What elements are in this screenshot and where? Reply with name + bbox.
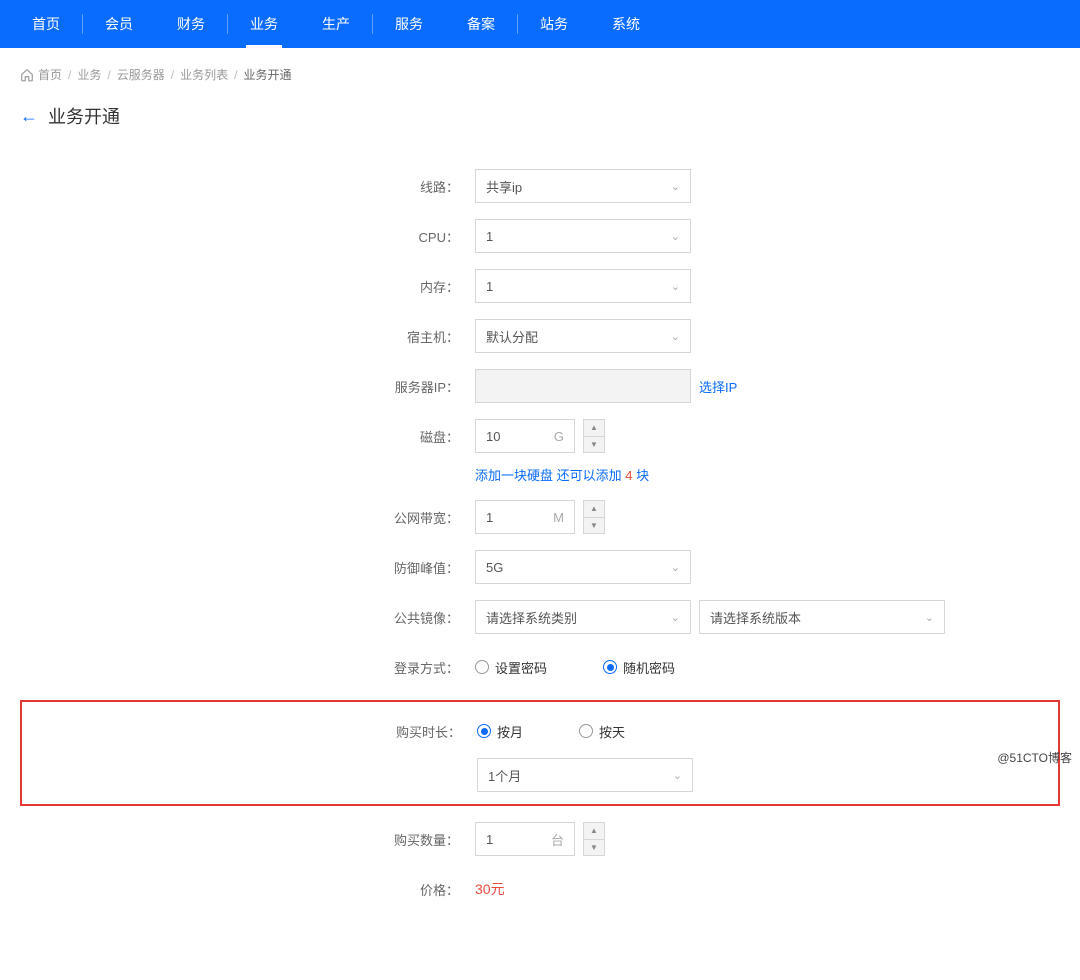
provision-form: 线路： 共享ip ⌄ CPU： 1 ⌄ 内存： 1	[20, 149, 1060, 962]
breadcrumb-link[interactable]: 云服务器	[117, 66, 165, 83]
link-add-disk[interactable]: 添加一块硬盘 还可以添加 4 块	[475, 468, 649, 483]
input-server-ip[interactable]	[475, 369, 691, 403]
label-login: 登录方式：	[20, 658, 475, 677]
select-cpu[interactable]: 1 ⌄	[475, 219, 691, 253]
label-defense: 防御峰值：	[20, 558, 475, 577]
chevron-down-icon: ⌄	[671, 611, 680, 624]
radio-icon	[475, 660, 489, 674]
input-disk[interactable]: 10 G	[475, 419, 575, 453]
input-value: 1	[486, 510, 493, 525]
breadcrumb: 首页/ 业务/ 云服务器/ 业务列表/ 业务开通	[20, 66, 1060, 83]
select-os-version[interactable]: 请选择系统版本 ⌄	[699, 600, 945, 634]
stepper-up-icon[interactable]: ▲	[584, 501, 604, 518]
chevron-down-icon: ⌄	[671, 180, 680, 193]
select-value: 1	[486, 229, 493, 244]
nav-item-member[interactable]: 会员	[83, 0, 155, 48]
label-duration: 购买时长：	[22, 722, 477, 741]
radio-label: 设置密码	[495, 658, 547, 677]
label-disk: 磁盘：	[20, 427, 475, 446]
page-title: 业务开通	[48, 103, 120, 129]
chevron-down-icon: ⌄	[925, 611, 934, 624]
radio-set-password[interactable]: 设置密码	[475, 658, 547, 677]
select-defense[interactable]: 5G ⌄	[475, 550, 691, 584]
link-choose-ip[interactable]: 选择IP	[699, 377, 737, 396]
select-memory[interactable]: 1 ⌄	[475, 269, 691, 303]
breadcrumb-link[interactable]: 业务列表	[180, 66, 228, 83]
radio-label: 按月	[497, 722, 523, 741]
chevron-down-icon: ⌄	[673, 769, 682, 782]
input-value: 1	[486, 832, 493, 847]
stepper-up-icon[interactable]: ▲	[584, 420, 604, 437]
unit-text: G	[554, 429, 564, 444]
radio-label: 按天	[599, 722, 625, 741]
duration-highlight-box: 购买时长： 按月 按天 1个月 ⌄	[20, 700, 1060, 806]
select-os-type[interactable]: 请选择系统类别 ⌄	[475, 600, 691, 634]
stepper-down-icon[interactable]: ▼	[584, 437, 604, 453]
unit-text: M	[553, 510, 564, 525]
price-value: 30元	[475, 879, 505, 899]
radio-by-day[interactable]: 按天	[579, 722, 625, 741]
nav-item-production[interactable]: 生产	[300, 0, 372, 48]
select-value: 1	[486, 279, 493, 294]
stepper-down-icon[interactable]: ▼	[584, 518, 604, 534]
input-bandwidth[interactable]: 1 M	[475, 500, 575, 534]
label-price: 价格：	[20, 880, 475, 899]
stepper-up-icon[interactable]: ▲	[584, 823, 604, 840]
radio-icon	[477, 724, 491, 738]
bandwidth-stepper[interactable]: ▲ ▼	[583, 500, 605, 534]
select-line[interactable]: 共享ip ⌄	[475, 169, 691, 203]
chevron-down-icon: ⌄	[671, 280, 680, 293]
nav-item-record[interactable]: 备案	[445, 0, 517, 48]
disk-stepper[interactable]: ▲ ▼	[583, 419, 605, 453]
nav-item-site[interactable]: 站务	[518, 0, 590, 48]
chevron-down-icon: ⌄	[671, 330, 680, 343]
breadcrumb-link[interactable]: 首页	[38, 66, 62, 83]
nav-item-system[interactable]: 系统	[590, 0, 662, 48]
select-value: 请选择系统版本	[710, 608, 801, 627]
label-image: 公共镜像：	[20, 608, 475, 627]
radio-random-password[interactable]: 随机密码	[603, 658, 675, 677]
nav-item-home[interactable]: 首页	[10, 0, 82, 48]
home-icon	[20, 68, 34, 82]
label-host: 宿主机：	[20, 327, 475, 346]
chevron-down-icon: ⌄	[671, 230, 680, 243]
radio-icon	[603, 660, 617, 674]
radio-icon	[579, 724, 593, 738]
select-duration[interactable]: 1个月 ⌄	[477, 758, 693, 792]
label-bandwidth: 公网带宽：	[20, 508, 475, 527]
disk-add-hint: 添加一块硬盘 还可以添加 4 块	[20, 465, 1060, 484]
radio-label: 随机密码	[623, 658, 675, 677]
select-value: 5G	[486, 560, 503, 575]
watermark: @51CTO博客	[997, 749, 1072, 766]
breadcrumb-link[interactable]: 业务	[77, 66, 101, 83]
nav-item-service[interactable]: 服务	[373, 0, 445, 48]
select-value: 共享ip	[486, 177, 522, 196]
select-value: 默认分配	[486, 327, 538, 346]
select-value: 1个月	[488, 766, 521, 785]
select-value: 请选择系统类别	[486, 608, 577, 627]
top-nav: 首页 会员 财务 业务 生产 服务 备案 站务 系统	[0, 0, 1080, 48]
select-host[interactable]: 默认分配 ⌄	[475, 319, 691, 353]
label-quantity: 购买数量：	[20, 830, 475, 849]
label-memory: 内存：	[20, 277, 475, 296]
label-line: 线路：	[20, 177, 475, 196]
label-cpu: CPU：	[20, 227, 475, 246]
input-value: 10	[486, 429, 500, 444]
label-server-ip: 服务器IP：	[20, 377, 475, 396]
input-quantity[interactable]: 1 台	[475, 822, 575, 856]
chevron-down-icon: ⌄	[671, 561, 680, 574]
breadcrumb-current: 业务开通	[243, 66, 291, 83]
radio-by-month[interactable]: 按月	[477, 722, 523, 741]
nav-item-business[interactable]: 业务	[228, 0, 300, 48]
stepper-down-icon[interactable]: ▼	[584, 840, 604, 856]
quantity-stepper[interactable]: ▲ ▼	[583, 822, 605, 856]
unit-text: 台	[551, 830, 564, 849]
nav-item-finance[interactable]: 财务	[155, 0, 227, 48]
back-arrow-icon[interactable]: ←	[20, 106, 38, 127]
